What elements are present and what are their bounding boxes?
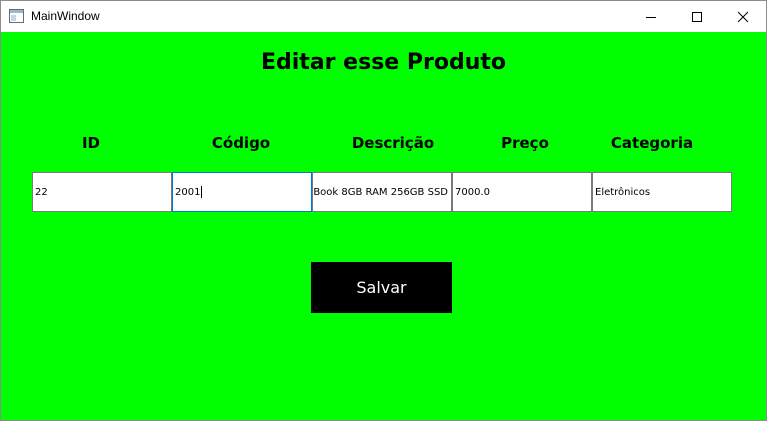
main-window: MainWindow Editar esse Produto ID Código… <box>0 0 767 421</box>
column-header-categoria: Categoria <box>610 134 694 152</box>
page-title: Editar esse Produto <box>260 50 506 75</box>
window-title: MainWindow <box>31 9 100 23</box>
column-header-preco: Preço <box>501 134 549 152</box>
categoria-field-value: Eletrônicos <box>595 186 651 198</box>
descricao-field[interactable]: acBook 8GB RAM 256GB SSD <box>312 172 452 212</box>
close-button[interactable] <box>720 1 766 32</box>
minimize-icon <box>646 16 656 18</box>
window-app-icon <box>9 9 24 23</box>
categoria-field[interactable]: Eletrônicos <box>592 172 732 212</box>
title-bar[interactable]: MainWindow <box>1 1 766 32</box>
id-field-value: 22 <box>35 186 48 198</box>
client-area: Editar esse Produto ID Código Descrição … <box>1 32 766 420</box>
minimize-button[interactable] <box>628 1 674 32</box>
preco-field[interactable]: 7000.0 <box>452 172 592 212</box>
column-header-id: ID <box>81 134 101 152</box>
column-header-codigo: Código <box>211 134 271 152</box>
id-field[interactable]: 22 <box>32 172 172 212</box>
descricao-field-value: acBook 8GB RAM 256GB SSD <box>312 186 448 198</box>
maximize-icon <box>692 11 702 22</box>
save-button[interactable]: Salvar <box>311 262 452 313</box>
codigo-field-value: 2001 <box>175 186 201 198</box>
column-header-descricao: Descrição <box>351 134 435 152</box>
codigo-field[interactable]: 2001 <box>172 172 312 212</box>
text-caret <box>201 186 203 198</box>
close-icon <box>737 11 749 22</box>
preco-field-value: 7000.0 <box>455 186 490 198</box>
maximize-button[interactable] <box>674 1 720 32</box>
